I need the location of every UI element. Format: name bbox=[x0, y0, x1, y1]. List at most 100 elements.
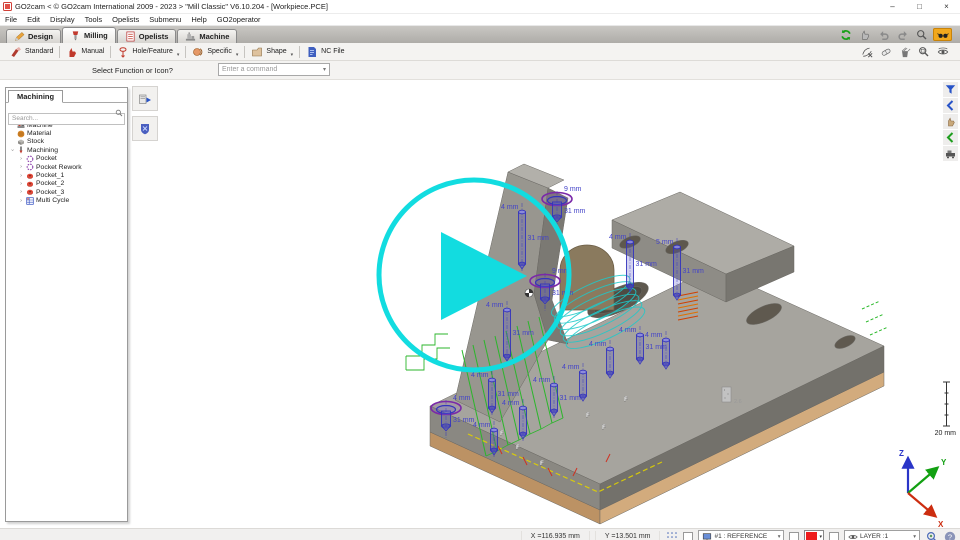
layer-checkbox[interactable] bbox=[829, 532, 839, 540]
chevron-collapsed-icon[interactable]: › bbox=[18, 173, 24, 179]
feed-marker: F bbox=[624, 396, 628, 403]
chevron-left-green-button[interactable] bbox=[943, 130, 958, 145]
chevron-collapsed-icon[interactable]: › bbox=[18, 198, 24, 204]
toolbar-strip: Standard Manual Hole/Feature▾Specific▾Shap… bbox=[0, 43, 960, 61]
menu-display[interactable]: Display bbox=[45, 15, 80, 24]
maximize-button[interactable]: □ bbox=[906, 0, 933, 13]
monitor-icon bbox=[702, 532, 712, 540]
filter-button[interactable] bbox=[943, 82, 958, 97]
tab-opelists[interactable]: Opelists bbox=[117, 29, 177, 43]
chevron-collapsed-icon[interactable]: › bbox=[18, 189, 24, 195]
chevron-down-icon: ▾ bbox=[291, 52, 294, 60]
zoom-icon[interactable] bbox=[914, 28, 929, 41]
tab-design[interactable]: Design bbox=[6, 29, 61, 43]
help-icon[interactable]: ? bbox=[943, 530, 956, 540]
search-input[interactable] bbox=[8, 113, 125, 125]
chevron-collapsed-icon[interactable]: › bbox=[18, 156, 24, 162]
chevron-expanded-icon[interactable]: › bbox=[9, 147, 15, 153]
zoom-window-icon[interactable] bbox=[916, 45, 931, 58]
machining-panel-tab[interactable]: Machining bbox=[8, 90, 63, 103]
toolbar-hole-feature-button[interactable]: Hole/Feature▾ bbox=[111, 43, 185, 60]
drill-diameter-label: 4 mm bbox=[471, 372, 489, 379]
pocket-mill-icon bbox=[26, 172, 34, 180]
tab-label: Opelists bbox=[139, 32, 169, 41]
layer-select[interactable]: LAYER :1 ▾ bbox=[844, 530, 920, 540]
tree-item-stock[interactable]: Stock bbox=[6, 138, 127, 146]
glasses-icon[interactable] bbox=[933, 28, 952, 41]
drill-diameter-label: 4 mm bbox=[562, 364, 580, 371]
axis-z-label: Z bbox=[899, 449, 904, 458]
menu-opelists[interactable]: Opelists bbox=[107, 15, 144, 24]
drill-depth-label: 31 mm bbox=[636, 261, 658, 268]
menu-edit[interactable]: Edit bbox=[22, 15, 45, 24]
scale-indicator: 20 mm bbox=[935, 382, 957, 437]
toolbar-specific-button[interactable]: Specific▾ bbox=[186, 43, 244, 60]
toolbar-label: NC File bbox=[321, 48, 344, 55]
axis-y-label: Y bbox=[941, 458, 947, 467]
simulation-button[interactable] bbox=[132, 86, 158, 111]
hide-elements-icon[interactable] bbox=[859, 45, 874, 58]
countersink-diameter-label: 4 mm bbox=[453, 395, 471, 402]
eraser-icon[interactable] bbox=[878, 45, 893, 58]
tree-item-machining[interactable]: ›Machining bbox=[6, 146, 127, 154]
minimize-button[interactable]: – bbox=[879, 0, 906, 13]
tree-item-pocket-rework[interactable]: ›Pocket Rework bbox=[6, 163, 127, 171]
nc-file-icon bbox=[306, 46, 318, 58]
search-box bbox=[8, 107, 125, 119]
tab-label: Design bbox=[28, 32, 53, 41]
color-swatch[interactable]: ▾ bbox=[804, 530, 824, 540]
tree-item-pocket[interactable]: ›Pocket bbox=[6, 155, 127, 163]
command-combobox[interactable]: Enter a command ▾ bbox=[218, 63, 330, 76]
menu-submenu[interactable]: Submenu bbox=[144, 15, 186, 24]
toolbar-shape-button[interactable]: Shape▾ bbox=[245, 43, 299, 60]
tab-machine[interactable]: Machine bbox=[177, 29, 237, 43]
workspace: 4 mm31 mm4 mm31 mm4 mm31 mm5 mm31 mm4 mm… bbox=[0, 80, 960, 528]
menu-help[interactable]: Help bbox=[186, 15, 211, 24]
grab-icon[interactable] bbox=[857, 28, 872, 41]
toolbar-label: Manual bbox=[81, 48, 104, 55]
chevron-collapsed-icon[interactable]: › bbox=[18, 181, 24, 187]
status-x-coordinate: X =116.935 mm bbox=[521, 531, 590, 540]
multi-cycle-icon bbox=[26, 197, 34, 205]
menu-tools[interactable]: Tools bbox=[80, 15, 108, 24]
chevron-left-blue-button[interactable] bbox=[943, 98, 958, 113]
ribbon-tab-strip: Design Milling Opelists Machine bbox=[0, 26, 960, 43]
undo-icon[interactable] bbox=[876, 28, 891, 41]
drill-diameter-label: 5 mm bbox=[656, 239, 674, 246]
menu-go2operator[interactable]: GO2operator bbox=[212, 15, 266, 24]
toolbar-standard-button[interactable]: Standard bbox=[4, 43, 59, 60]
toolbar-nc-file-button[interactable]: NC File bbox=[300, 43, 350, 60]
reference-select[interactable]: #1 : REFERENCE ▾ bbox=[698, 530, 784, 540]
machine-small-button[interactable] bbox=[943, 146, 958, 161]
toolbar-manual-button[interactable]: Manual bbox=[60, 43, 110, 60]
menu-file[interactable]: File bbox=[0, 15, 22, 24]
zoom-plus-icon[interactable] bbox=[925, 530, 938, 540]
tree-item-pocket-1[interactable]: ›Pocket_1 bbox=[6, 171, 127, 179]
feed-marker: F bbox=[500, 430, 504, 437]
tree-item-pocket-3[interactable]: ›Pocket_3 bbox=[6, 188, 127, 196]
milling-tool-icon bbox=[70, 30, 81, 41]
machining-node-icon bbox=[17, 146, 25, 154]
tab-milling[interactable]: Milling bbox=[62, 27, 116, 43]
tool-display-button[interactable] bbox=[132, 116, 158, 141]
tree-item-multi-cycle[interactable]: ›Multi Cycle bbox=[6, 197, 127, 205]
viewport-3d[interactable]: 4 mm31 mm4 mm31 mm4 mm31 mm5 mm31 mm4 mm… bbox=[0, 80, 960, 528]
close-button[interactable]: × bbox=[933, 0, 960, 13]
chevron-collapsed-icon[interactable]: › bbox=[18, 164, 24, 170]
color-checkbox[interactable] bbox=[789, 532, 799, 540]
redo-icon[interactable] bbox=[895, 28, 910, 41]
clean-icon[interactable] bbox=[897, 45, 912, 58]
chevron-down-icon: ▾ bbox=[323, 66, 326, 73]
tree-item-pocket-2[interactable]: ›Pocket_2 bbox=[6, 180, 127, 188]
grid-icon[interactable] bbox=[665, 530, 678, 540]
eye-icon bbox=[848, 532, 858, 540]
refresh-icon[interactable] bbox=[838, 28, 853, 41]
drill-diameter-label: 4 mm bbox=[645, 332, 663, 339]
feed-marker: F bbox=[540, 460, 544, 467]
reference-checkbox[interactable] bbox=[683, 532, 693, 540]
visibility-icon[interactable] bbox=[935, 45, 950, 58]
grab-hand-button[interactable] bbox=[943, 114, 958, 129]
countersink-depth-label: 31 mm bbox=[453, 417, 475, 424]
svg-text:?: ? bbox=[947, 532, 951, 540]
tree-item-material[interactable]: Material bbox=[6, 129, 127, 137]
